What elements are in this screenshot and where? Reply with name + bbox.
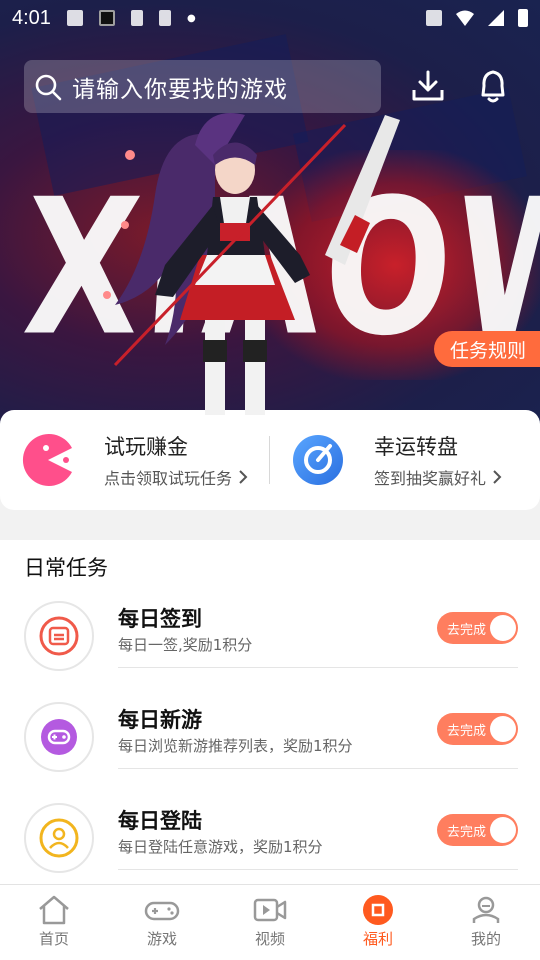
task-item-checkin: 每日签到 每日一签,奖励1积分 去完成: [0, 601, 540, 701]
tab-label: 我的: [470, 930, 501, 948]
bottom-nav: 首页 游戏 视频 福利 我的: [0, 884, 540, 960]
gift-icon: [363, 895, 393, 925]
task-item-newgame: 每日新游 每日浏览新游推荐列表，奖励1积分 去完成: [0, 702, 540, 802]
task-desc: 每日一签,奖励1积分: [118, 636, 253, 654]
go-complete-button[interactable]: 去完成: [437, 713, 518, 745]
bell-icon[interactable]: [475, 68, 511, 104]
go-complete-label: 去完成: [447, 622, 487, 638]
home-icon: [39, 895, 69, 925]
wifi-icon: [456, 10, 474, 26]
divider: [118, 667, 518, 668]
pacman-icon: [22, 434, 72, 486]
banner[interactable]: XIAOWAN 4:01 ● 请输入你要找的游戏 任务规则: [0, 0, 540, 425]
tab-home[interactable]: 首页: [0, 885, 108, 960]
character-illustration: [103, 113, 400, 415]
status-bar: 4:01 ●: [0, 0, 540, 36]
task-name: 每日登陆: [118, 809, 202, 833]
task-icon-circle: [24, 702, 94, 772]
go-complete-label: 去完成: [447, 824, 487, 840]
search-icon: [35, 74, 62, 100]
task-icon-circle: [24, 803, 94, 873]
smile-icon: [490, 615, 516, 641]
quick-cards: 试玩赚金 点击领取试玩任务 幸运转盘 签到抽奖赢好礼: [0, 410, 540, 510]
calendar-icon: [39, 616, 79, 656]
download-notification-icon: [158, 10, 171, 26]
task-desc: 每日浏览新游推荐列表，奖励1积分: [118, 737, 353, 755]
tab-label: 游戏: [146, 930, 177, 948]
quick-card-subtitle: 签到抽奖赢好礼: [374, 469, 487, 488]
trial-earn-card[interactable]: 试玩赚金 点击领取试玩任务: [0, 410, 270, 510]
image-notification-icon: [66, 10, 83, 26]
divider: [269, 436, 270, 484]
divider: [118, 869, 518, 870]
task-name: 每日签到: [118, 607, 202, 631]
tab-welfare[interactable]: 福利: [324, 885, 432, 960]
tab-video[interactable]: 视频: [216, 885, 324, 960]
tab-label: 首页: [38, 930, 69, 948]
gamepad-icon: [41, 719, 77, 755]
quick-card-title: 试玩赚金: [104, 435, 188, 459]
lucky-wheel-card[interactable]: 幸运转盘 签到抽奖赢好礼: [270, 410, 540, 510]
daily-tasks-section: 日常任务 每日签到 每日一签,奖励1积分 去完成 每日新游 每日浏览新游推荐列表…: [0, 540, 540, 885]
quick-card-subtitle: 点击领取试玩任务: [104, 469, 233, 488]
briefcase-icon: [426, 10, 442, 26]
quick-card-title: 幸运转盘: [374, 435, 458, 459]
search-bar[interactable]: 请输入你要找的游戏: [24, 60, 381, 113]
smile-icon: [490, 817, 516, 843]
video-icon: [253, 898, 287, 922]
app-notification-icon: [98, 10, 115, 26]
tab-profile[interactable]: 我的: [432, 885, 540, 960]
task-name: 每日新游: [118, 708, 202, 732]
gamepad-icon: [144, 901, 180, 921]
status-time: 4:01: [12, 6, 51, 29]
signal-icon: [488, 10, 504, 26]
chevron-right-icon: [493, 470, 502, 484]
more-notifications-icon: ●: [186, 12, 196, 24]
wheel-icon: [293, 435, 343, 485]
task-desc: 每日登陆任意游戏，奖励1积分: [118, 838, 323, 856]
download-notification-icon: [130, 10, 143, 26]
go-complete-label: 去完成: [447, 723, 487, 739]
profile-icon: [472, 896, 500, 923]
tab-label: 视频: [254, 930, 285, 948]
user-icon: [39, 818, 79, 858]
tab-games[interactable]: 游戏: [108, 885, 216, 960]
section-title: 日常任务: [24, 556, 108, 580]
battery-icon: [518, 9, 528, 27]
download-icon[interactable]: [410, 68, 446, 104]
smile-icon: [490, 716, 516, 742]
go-complete-button[interactable]: 去完成: [437, 814, 518, 846]
divider: [118, 768, 518, 769]
search-placeholder: 请输入你要找的游戏: [72, 76, 288, 103]
tab-label: 福利: [362, 930, 393, 948]
task-rules-button[interactable]: 任务规则: [433, 331, 540, 367]
go-complete-button[interactable]: 去完成: [437, 612, 518, 644]
chevron-right-icon: [239, 470, 248, 484]
task-icon-circle: [24, 601, 94, 671]
